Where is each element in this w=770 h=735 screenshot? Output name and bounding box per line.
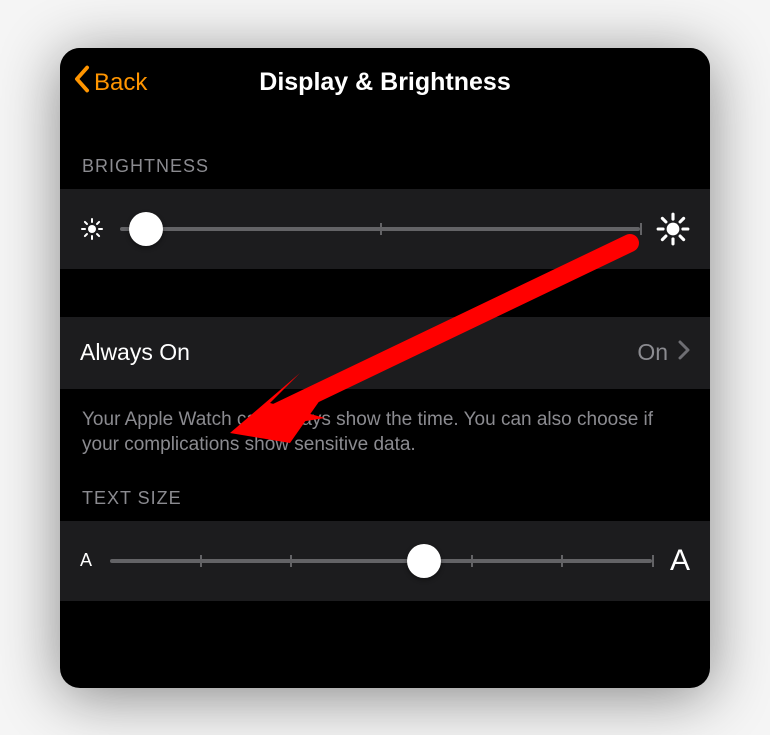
- settings-screen: Back Display & Brightness BRIGHTNESS Alw…: [60, 48, 710, 688]
- sun-small-icon: [80, 217, 104, 241]
- always-on-label: Always On: [80, 339, 190, 366]
- text-size-slider-thumb[interactable]: [407, 544, 441, 578]
- text-size-slider-row: A A: [60, 521, 710, 601]
- chevron-left-icon: [74, 65, 90, 100]
- back-button[interactable]: Back: [74, 65, 147, 100]
- text-size-header: TEXT SIZE: [60, 458, 710, 521]
- text-size-slider[interactable]: [110, 559, 652, 563]
- brightness-slider[interactable]: [120, 227, 640, 231]
- chevron-right-icon: [678, 339, 690, 366]
- sun-large-icon: [656, 212, 690, 246]
- always-on-footer: Your Apple Watch can always show the tim…: [60, 389, 710, 458]
- nav-bar: Back Display & Brightness: [60, 48, 710, 118]
- brightness-header: BRIGHTNESS: [60, 118, 710, 189]
- always-on-value: On: [637, 339, 668, 366]
- brightness-slider-thumb[interactable]: [129, 212, 163, 246]
- text-size-min-label: A: [80, 550, 92, 571]
- always-on-row[interactable]: Always On On: [60, 317, 710, 389]
- brightness-slider-row: [60, 189, 710, 269]
- text-size-max-label: A: [670, 544, 690, 578]
- page-title: Display & Brightness: [74, 68, 696, 97]
- back-label: Back: [94, 69, 147, 97]
